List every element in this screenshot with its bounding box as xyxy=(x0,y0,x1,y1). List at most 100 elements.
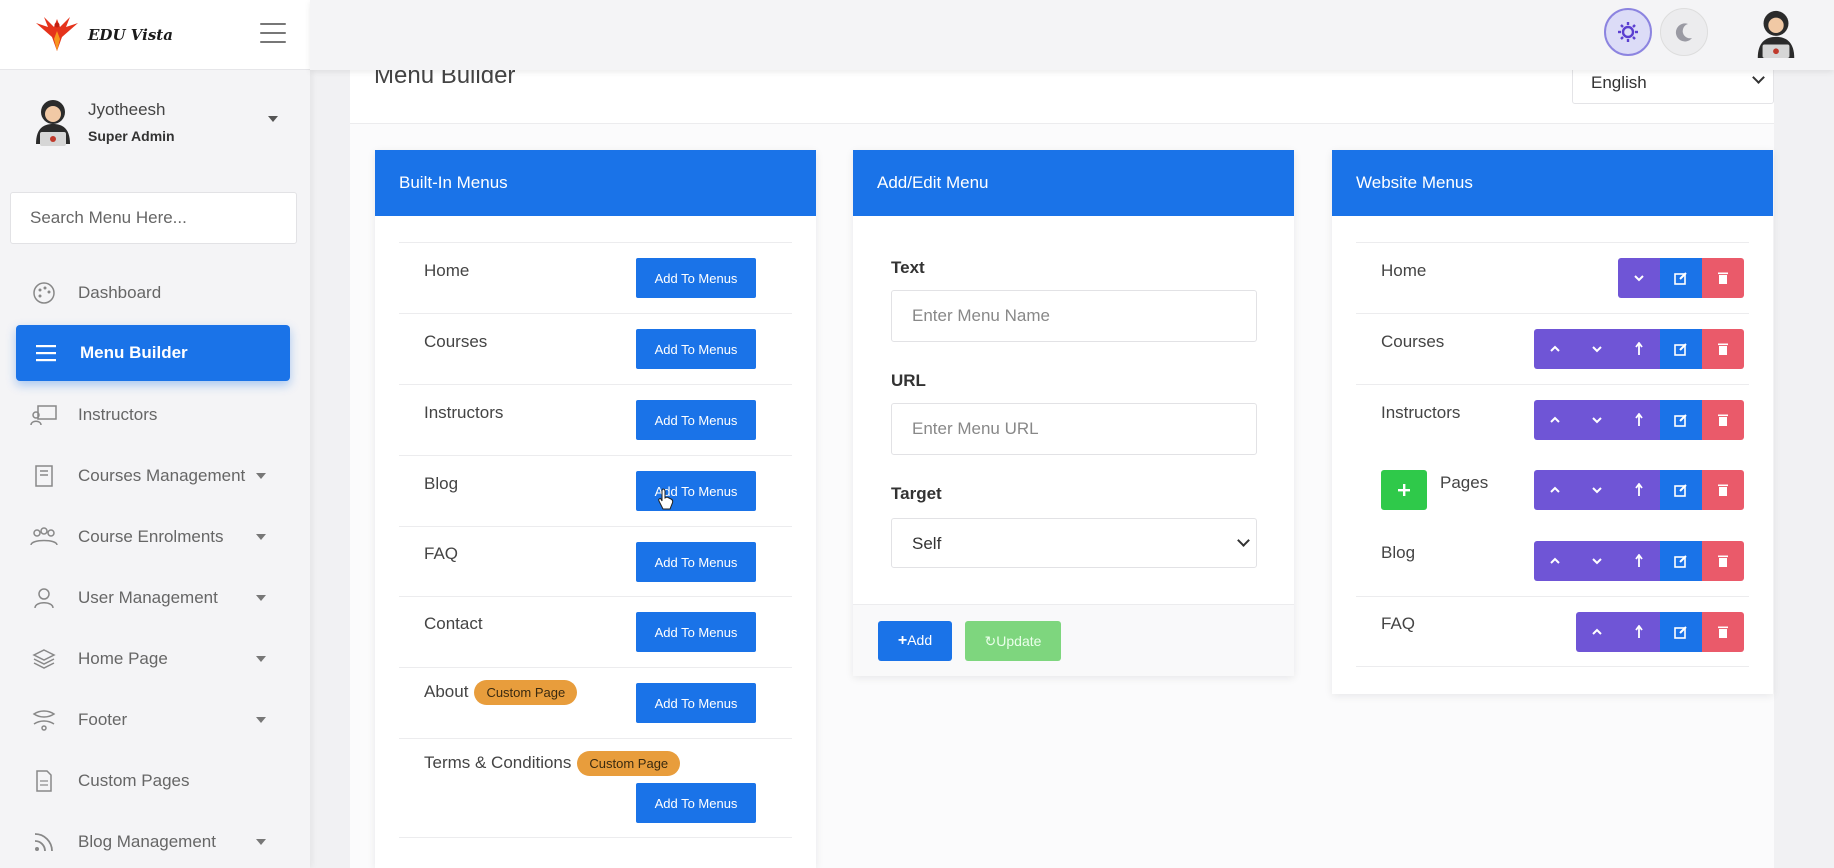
sidebar-item-instructors[interactable]: Instructors xyxy=(0,384,310,445)
target-select[interactable]: Self xyxy=(891,518,1257,568)
delete-button[interactable] xyxy=(1702,329,1744,369)
top-user-avatar-icon[interactable] xyxy=(1752,6,1800,60)
url-label: URL xyxy=(891,371,926,390)
add-to-menus-button[interactable]: Add To Menus xyxy=(636,542,756,582)
chevron-up-icon xyxy=(1550,557,1560,564)
menu-actions xyxy=(1534,470,1744,510)
sidebar-item-label: Dashboard xyxy=(78,282,162,302)
menu-name-input[interactable] xyxy=(891,290,1257,342)
add-to-menus-button[interactable]: Add To Menus xyxy=(636,683,756,723)
user-profile[interactable]: Jyotheesh Super Admin xyxy=(0,72,310,172)
add-to-menus-button[interactable]: Add To Menus xyxy=(636,612,756,652)
move-up-button[interactable] xyxy=(1576,612,1618,652)
teacher-icon xyxy=(28,402,60,428)
user-icon xyxy=(28,585,60,611)
sidebar-item-user-management[interactable]: User Management xyxy=(0,567,310,628)
card-title: Website Menus xyxy=(1332,150,1773,216)
form-footer: +Add ↻Update xyxy=(853,604,1294,676)
light-mode-toggle[interactable] xyxy=(1604,8,1652,56)
add-to-menus-button[interactable]: Add To Menus xyxy=(636,329,756,369)
trash-icon xyxy=(1718,626,1728,638)
sidebar-item-label: Courses Management xyxy=(78,465,246,485)
caret-down-icon xyxy=(256,839,266,845)
move-down-button[interactable] xyxy=(1576,400,1618,440)
menu-label: Instructors xyxy=(1381,403,1461,422)
delete-button[interactable] xyxy=(1702,470,1744,510)
sidebar-item-custom-pages[interactable]: Custom Pages xyxy=(0,750,310,811)
move-up-button[interactable] xyxy=(1534,470,1576,510)
sidebar-item-home-page[interactable]: Home Page xyxy=(0,628,310,689)
level-up-icon xyxy=(1635,342,1643,355)
add-button[interactable]: +Add xyxy=(878,621,952,661)
brand[interactable]: EDU Vista xyxy=(0,0,310,70)
menu-url-input[interactable] xyxy=(891,403,1257,455)
add-to-menus-button[interactable]: Add To Menus xyxy=(636,471,756,511)
sidebar-item-label: Custom Pages xyxy=(78,770,190,790)
outdent-button[interactable] xyxy=(1618,329,1660,369)
sidebar-item-label: Home Page xyxy=(78,648,168,668)
builtin-menu-row: Instructors Add To Menus xyxy=(399,384,792,455)
sidebar-item-footer[interactable]: Footer xyxy=(0,689,310,750)
delete-button[interactable] xyxy=(1702,400,1744,440)
sidebar-item-course-enrolments[interactable]: Course Enrolments xyxy=(0,506,310,567)
trash-icon xyxy=(1718,343,1728,355)
update-button[interactable]: ↻Update xyxy=(965,621,1061,661)
menu-label-text: Terms & Conditions xyxy=(424,752,572,772)
edit-button[interactable] xyxy=(1660,329,1702,369)
edit-button[interactable] xyxy=(1660,541,1702,581)
level-up-icon xyxy=(1635,483,1643,496)
menu-actions xyxy=(1534,329,1744,369)
sidebar-item-dashboard[interactable]: Dashboard xyxy=(0,262,310,323)
add-to-menus-button[interactable]: Add To Menus xyxy=(636,400,756,440)
edit-button[interactable] xyxy=(1660,400,1702,440)
menu-label: Instructors xyxy=(424,403,504,422)
delete-button[interactable] xyxy=(1702,258,1744,298)
move-up-button[interactable] xyxy=(1534,541,1576,581)
sidebar-item-menu-builder[interactable]: Menu Builder xyxy=(16,325,290,381)
menu-label: About Custom Page xyxy=(424,680,578,705)
move-up-button[interactable] xyxy=(1534,329,1576,369)
move-down-button[interactable] xyxy=(1576,329,1618,369)
caret-down-icon[interactable] xyxy=(268,116,278,122)
hamburger-menu-icon[interactable] xyxy=(258,18,288,48)
dark-mode-toggle[interactable] xyxy=(1660,8,1708,56)
sidebar-item-blog-management[interactable]: Blog Management xyxy=(0,811,310,868)
edit-button[interactable] xyxy=(1660,612,1702,652)
outdent-button[interactable] xyxy=(1618,470,1660,510)
menu-actions xyxy=(1534,541,1744,581)
website-menu-row: Courses xyxy=(1356,313,1749,384)
outdent-button[interactable] xyxy=(1618,612,1660,652)
edit-icon xyxy=(1674,343,1687,356)
edit-icon xyxy=(1674,414,1687,427)
menu-actions xyxy=(1576,612,1744,652)
outdent-button[interactable] xyxy=(1618,400,1660,440)
chevron-up-icon xyxy=(1550,345,1560,352)
delete-button[interactable] xyxy=(1702,612,1744,652)
caret-down-icon xyxy=(256,656,266,662)
level-up-icon xyxy=(1635,413,1643,426)
move-up-button[interactable] xyxy=(1534,400,1576,440)
chevron-up-icon xyxy=(1550,416,1560,423)
expand-children-button[interactable] xyxy=(1381,470,1427,510)
move-down-button[interactable] xyxy=(1618,258,1660,298)
list-icon xyxy=(30,340,62,366)
level-up-icon xyxy=(1635,554,1643,567)
move-down-button[interactable] xyxy=(1576,470,1618,510)
delete-button[interactable] xyxy=(1702,541,1744,581)
plus-icon xyxy=(1398,484,1410,496)
sidebar-item-courses-management[interactable]: Courses Management xyxy=(0,445,310,506)
moon-icon xyxy=(1675,23,1692,42)
move-down-button[interactable] xyxy=(1576,541,1618,581)
builtin-menu-row: Home Add To Menus xyxy=(399,242,792,313)
website-menu-row: Home xyxy=(1356,242,1749,313)
edit-button[interactable] xyxy=(1660,470,1702,510)
menu-label: Contact xyxy=(424,614,483,633)
caret-down-icon xyxy=(256,717,266,723)
sidebar-item-label: Menu Builder xyxy=(80,343,188,362)
add-to-menus-button[interactable]: Add To Menus xyxy=(636,783,756,823)
add-to-menus-button[interactable]: Add To Menus xyxy=(636,258,756,298)
outdent-button[interactable] xyxy=(1618,541,1660,581)
sidebar-search-input[interactable] xyxy=(10,192,297,244)
add-edit-menu-card: Add/Edit Menu Text URL Target Self +Add … xyxy=(853,150,1294,676)
edit-button[interactable] xyxy=(1660,258,1702,298)
